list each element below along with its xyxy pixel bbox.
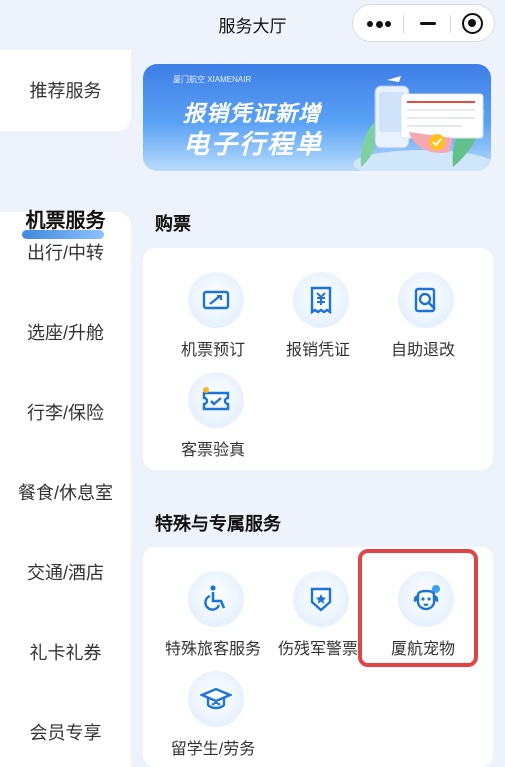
sidebar-item-recommended[interactable]: 推荐服务 [0, 50, 131, 130]
search-document-icon [398, 272, 454, 328]
graduation-cap-icon [188, 671, 244, 727]
category-sidebar: 推荐服务 机票服务 出行/中转 选座/升舱 行李/保险 餐食/休息室 交通/酒店… [0, 50, 131, 767]
e-itinerary-illustration-icon [353, 76, 491, 171]
top-bar: 服务大厅 [0, 0, 505, 50]
sidebar-item-label: 行李/保险 [26, 403, 104, 423]
service-label: 客票验真 [180, 442, 245, 459]
receipt-icon [293, 272, 349, 328]
military-badge-icon [293, 571, 349, 627]
sidebar-item-label: 出行/中转 [26, 243, 104, 263]
ticket-verify-icon [188, 372, 244, 428]
service-label: 留学生/劳务 [170, 741, 256, 758]
sidebar-item-seat-upgrade[interactable]: 选座/升舱 [0, 292, 131, 372]
close-button[interactable] [451, 5, 496, 41]
more-button[interactable] [353, 5, 403, 41]
service-disabled-military-police[interactable]: 伤残军警票 [265, 571, 371, 661]
purchase-card: 机票预订 报销凭证 自助退改 客票验真 [143, 248, 493, 470]
wheelchair-icon [188, 571, 244, 627]
ticket-icon [188, 272, 244, 328]
promo-banner[interactable]: 厦门航空 XIAMENAIR 报销凭证新增 电子行程单 [143, 64, 491, 171]
sidebar-item-label: 选座/升舱 [26, 323, 104, 343]
banner-subheadline: 电子行程单 [183, 129, 324, 159]
sidebar-item-label: 礼卡礼券 [29, 643, 102, 663]
sidebar-item-label: 餐食/休息室 [17, 483, 113, 503]
target-close-icon [462, 13, 483, 34]
service-label: 自助退改 [390, 342, 455, 359]
section-title-purchase: 购票 [155, 214, 191, 234]
service-ticket-booking[interactable]: 机票预订 [160, 272, 266, 362]
service-self-refund-change[interactable]: 自助退改 [370, 272, 476, 362]
highlight-box [358, 549, 478, 667]
sidebar-item-transport-hotel[interactable]: 交通/酒店 [0, 532, 131, 612]
sidebar-item-gift-cards[interactable]: 礼卡礼券 [0, 612, 131, 692]
service-reimbursement-voucher[interactable]: 报销凭证 [265, 272, 371, 362]
sidebar-item-label: 会员专享 [29, 723, 102, 743]
more-dots-icon [367, 20, 391, 28]
sidebar-item-baggage-insurance[interactable]: 行李/保险 [0, 372, 131, 452]
sidebar-item-travel-transfer[interactable]: 出行/中转 [0, 212, 131, 292]
sidebar-item-member-exclusive[interactable]: 会员专享 [0, 692, 131, 767]
sidebar-item-label: 交通/酒店 [26, 563, 104, 583]
minimize-icon [420, 22, 436, 25]
service-special-passenger[interactable]: 特殊旅客服务 [160, 571, 266, 661]
section-title-special-services: 特殊与专属服务 [155, 514, 281, 534]
sidebar-item-meal-lounge[interactable]: 餐食/休息室 [0, 452, 131, 532]
sidebar-item-label: 推荐服务 [29, 81, 102, 101]
service-ticket-verification[interactable]: 客票验真 [160, 372, 266, 462]
service-overseas-student-labor[interactable]: 留学生/劳务 [160, 671, 266, 761]
airline-logo-text: 厦门航空 XIAMENAIR [173, 75, 252, 84]
mini-program-capsule [352, 4, 495, 42]
minimize-button[interactable] [404, 5, 450, 41]
